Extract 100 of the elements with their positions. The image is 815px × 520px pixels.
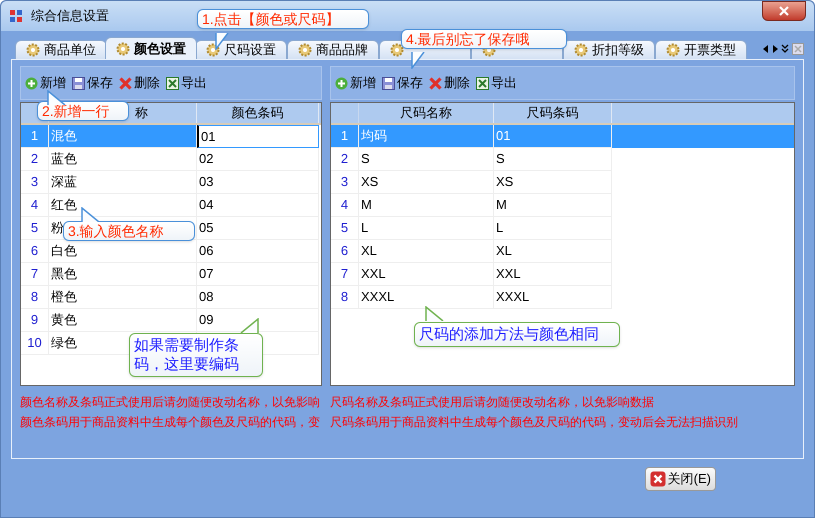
gear-icon [116, 42, 130, 56]
tab[interactable]: 开票类型 [655, 40, 747, 59]
gear-icon [298, 43, 312, 57]
warning-text: 尺码条码用于商品资料中生成每个颜色及尺码的代码，变动后会无法扫描识别 [330, 414, 738, 431]
row-number: 5 [331, 217, 359, 240]
callout-tooltip: 3.输入颜色名称 [63, 221, 195, 241]
toolbar-button[interactable]: 保存 [382, 73, 423, 93]
tab[interactable]: 尺码设置 [195, 40, 287, 59]
table-cell: 05 [197, 217, 319, 240]
table-cell: 混色 [49, 125, 197, 148]
table-cell: 04 [197, 194, 319, 217]
spreadsheet-icon [476, 76, 489, 90]
row-number: 7 [331, 263, 359, 286]
close-button[interactable]: 关闭(E) [644, 467, 716, 491]
table-cell: 03 [197, 171, 319, 194]
table-cell: XS [494, 171, 612, 194]
scroll-left-icon[interactable] [763, 45, 769, 53]
warning-text: 尺码名称及条码正式使用后请勿随便改动名称，以免影响数据 [330, 394, 654, 411]
table-cell-text: 绿色 [51, 334, 77, 352]
toolbar-button[interactable]: 导出 [166, 73, 207, 93]
column-header[interactable]: 称 [135, 103, 148, 123]
tab[interactable]: 折扣等级 [563, 40, 655, 59]
row-number: 3 [21, 171, 49, 194]
tab[interactable]: 商品品牌 [287, 40, 379, 59]
more-tabs-icon[interactable] [781, 44, 789, 54]
add-icon [335, 76, 348, 90]
spreadsheet-icon [166, 76, 179, 90]
table-cell: 均码 [359, 125, 494, 148]
row-number: 1 [331, 125, 359, 148]
table-cell-text: 蓝色 [51, 150, 77, 168]
row-number: 4 [331, 194, 359, 217]
table-cell-text: 粉 [51, 219, 64, 238]
table-cell: S [494, 148, 612, 171]
window-title: 综合信息设置 [31, 7, 109, 26]
table-cell-text: 白色 [51, 242, 77, 260]
row-number: 2 [21, 148, 49, 171]
callout-tail [47, 90, 67, 105]
callout-tail [239, 318, 259, 333]
row-number: 9 [21, 309, 49, 332]
table-cell-text: 橙色 [51, 288, 77, 306]
table-cell: 02 [197, 148, 319, 171]
row-number: 3 [331, 171, 359, 194]
column-header[interactable]: 尺码名称 [400, 103, 452, 123]
table-cell-text: L [361, 219, 368, 238]
table-cell-text: M [361, 196, 372, 214]
table-cell-text: XL [361, 242, 377, 260]
table-cell-text: XS [361, 173, 378, 192]
table-cell-text: XXL [361, 265, 386, 284]
table-cell: XXL [494, 263, 612, 286]
gear-icon [26, 43, 40, 57]
table-cell-text: 黑色 [51, 265, 77, 284]
gear-icon [666, 43, 680, 57]
row-number: 4 [21, 194, 49, 217]
table-cell-text: S [361, 150, 370, 168]
row-number: 6 [331, 240, 359, 263]
callout-tooltip: 如果需要制作条码，这里要编码 [129, 333, 263, 377]
callout-tooltip: 4.最后别忘了保存哦 [401, 29, 567, 49]
toolbar-button[interactable]: 删除 [429, 73, 470, 93]
row-number: 2 [331, 148, 359, 171]
gear-icon [574, 43, 588, 57]
toolbar-button[interactable]: 删除 [119, 73, 160, 93]
callout-tail [411, 52, 425, 69]
row-number: 8 [331, 286, 359, 309]
toolbar-button[interactable]: 新增 [25, 73, 66, 93]
row-number: 10 [21, 332, 49, 355]
gear-icon [390, 43, 404, 57]
warning-text: 颜色名称及条码正式使用后请勿随便改动名称，以免影响 [20, 394, 320, 411]
cell-editor[interactable]: 01 [197, 125, 319, 148]
toolbar-button[interactable]: 新增 [335, 73, 376, 93]
toolbar-button[interactable]: 保存 [72, 73, 113, 93]
table-cell: 08 [197, 286, 319, 309]
row-number: 6 [21, 240, 49, 263]
table-cell: 07 [197, 263, 319, 286]
table-cell-text: XXXL [361, 288, 394, 306]
tab[interactable]: 商品单位 [15, 40, 107, 59]
row-number: 1 [21, 125, 49, 148]
close-icon [650, 471, 666, 487]
scroll-right-icon[interactable] [772, 45, 778, 53]
column-header[interactable]: 尺码条码 [526, 103, 578, 123]
app-icon [9, 9, 23, 23]
callout-tooltip: 1.点击【颜色或尺码】 [197, 9, 369, 29]
callout-tooltip: 2.新增一行 [37, 101, 129, 121]
row-number: 7 [21, 263, 49, 286]
close-window-button[interactable] [762, 1, 806, 21]
table-cell: M [494, 194, 612, 217]
callout-tail [425, 306, 445, 321]
add-icon [25, 76, 38, 90]
tab[interactable]: 颜色设置 [105, 37, 197, 59]
delete-icon [119, 76, 132, 90]
table-cell-text: 黄色 [51, 311, 77, 330]
warning-text: 颜色条码用于商品资料中生成每个颜色及尺码的代码，变 [20, 414, 320, 431]
callout-tooltip: 尺码的添加方法与颜色相同 [414, 322, 620, 347]
table-cell-text: 红色 [51, 196, 77, 214]
table-cell: XXXL [494, 286, 612, 309]
column-header[interactable]: 颜色条码 [232, 103, 284, 123]
callout-tail [81, 207, 101, 222]
table-cell: 06 [197, 240, 319, 263]
close-icon [779, 6, 789, 16]
table-cell: XL [494, 240, 612, 263]
toolbar-button[interactable]: 导出 [476, 73, 517, 93]
